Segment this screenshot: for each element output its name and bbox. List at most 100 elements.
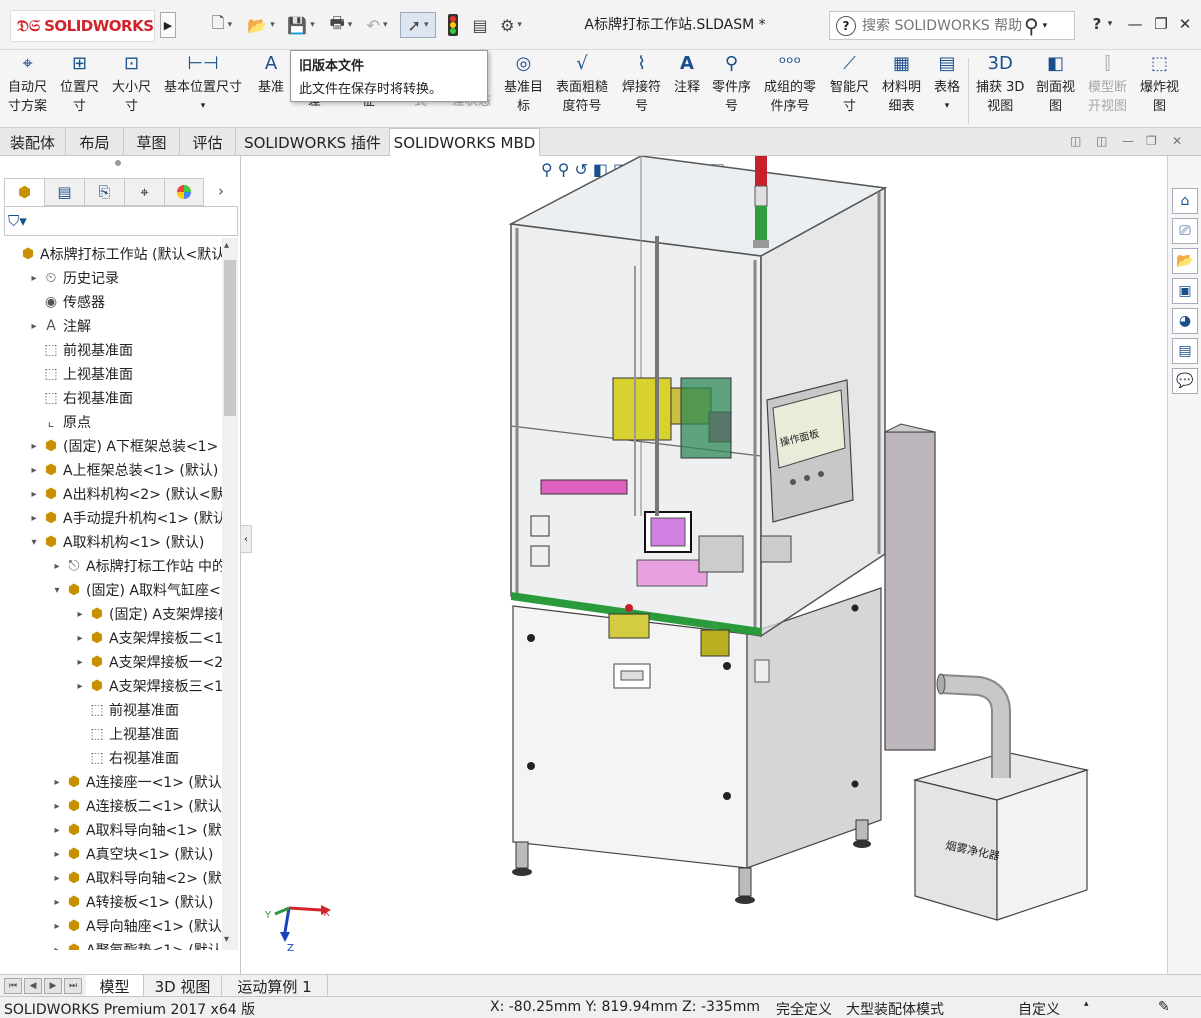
expand-arrow-icon[interactable]: ▸ [50, 849, 64, 860]
balloon-button[interactable]: ⚲ 零件序 号 [712, 54, 751, 116]
tree-item[interactable]: ▸ ⬢ A支架焊接板二<1: [0, 626, 222, 650]
minimize-icon[interactable]: — [1124, 12, 1146, 36]
tree-item[interactable]: ⌞ 原点 [0, 410, 222, 434]
tab-motion-study[interactable]: 运动算例 1 [222, 975, 328, 997]
file-properties-icon[interactable]: ▤ [468, 12, 492, 38]
property-manager-tab-icon[interactable]: ▤ [44, 178, 84, 206]
expand-arrow-icon[interactable]: ▸ [50, 825, 64, 836]
tab-sketch[interactable]: 草图 [124, 128, 180, 156]
configuration-manager-tab-icon[interactable]: ⎘ [84, 178, 124, 206]
search-icon[interactable]: ⚲ [1024, 14, 1039, 38]
tree-item[interactable]: ⬚ 右视基准面 [0, 746, 222, 770]
display-manager-tab-icon[interactable] [164, 178, 204, 206]
tree-item[interactable]: ▸ ⬢ A取料导向轴<1> (默认 [0, 818, 222, 842]
prev-tab-icon[interactable]: ◀ [24, 978, 42, 994]
help-search-box[interactable]: ? ⚲ ▾ [829, 11, 1075, 40]
tab-evaluate[interactable]: 评估 [180, 128, 236, 156]
graphics-area[interactable]: ⚲ ⚲ ↺ ◧ ◫ ◉ ◐ ◕ ◔ 🖵 [241, 156, 1167, 974]
appearances-icon[interactable]: ◕ [1172, 308, 1198, 334]
expand-arrow-icon[interactable]: ▸ [50, 777, 64, 788]
expand-arrow-icon[interactable]: ▸ [27, 513, 41, 524]
expand-arrow-icon[interactable]: ▸ [27, 321, 41, 332]
options-gear-icon[interactable]: ⚙ ▾ [496, 12, 526, 38]
tree-item[interactable]: ⬚ 前视基准面 [0, 698, 222, 722]
tree-item[interactable]: ▸ ⬢ A真空块<1> (默认) [0, 842, 222, 866]
tree-item[interactable]: ▸ ⬢ (固定) A下框架总装<1> ( [0, 434, 222, 458]
design-library-icon[interactable]: ⎚ [1172, 218, 1198, 244]
tree-item[interactable]: ⬢ A标牌打标工作站 (默认<默认 [0, 242, 222, 266]
tree-item[interactable]: ▸ ⬢ A取料导向轴<2> (默认 [0, 866, 222, 890]
forum-icon[interactable]: 💬 [1172, 368, 1198, 394]
status-units[interactable]: 自定义 [1018, 999, 1060, 1018]
print-icon[interactable]: 🖶 ▾ [324, 12, 358, 38]
bill-of-materials-button[interactable]: ▦ 材料明 细表 [882, 54, 921, 116]
expand-arrow-icon[interactable]: ▸ [50, 897, 64, 908]
tree-item[interactable]: ▾ ⬢ (固定) A取料气缸座<1 [0, 578, 222, 602]
restore-icon[interactable]: ❐ [1150, 12, 1172, 36]
undo-icon[interactable]: ↶ ▾ [362, 12, 392, 38]
auto-dimension-scheme-button[interactable]: ⌖ 自动尺 寸方案 [8, 54, 47, 116]
last-tab-icon[interactable]: ⏭ [64, 978, 82, 994]
search-dropdown-icon[interactable]: ▾ [1043, 21, 1048, 31]
tree-item[interactable]: ▸ A 注解 [0, 314, 222, 338]
smart-dimension-button[interactable]: ⟋ 智能尺 寸 [830, 54, 869, 116]
traffic-light-icon[interactable] [442, 12, 464, 38]
tree-item[interactable]: ▸ ⬢ A转接板<1> (默认) [0, 890, 222, 914]
doc-restore-icon[interactable]: ❐ [1146, 134, 1157, 148]
tab-addins[interactable]: SOLIDWORKS 插件 [236, 128, 390, 156]
tree-item[interactable]: ▸ ⎋ A标牌打标工作站 中的 [0, 554, 222, 578]
section-view-button[interactable]: ◧ 剖面视 图 [1036, 54, 1075, 116]
select-cursor-icon[interactable]: ➚ ▾ [400, 12, 436, 38]
expand-arrow-icon[interactable]: ▸ [27, 273, 41, 284]
expand-arrow-icon[interactable]: ▸ [50, 921, 64, 932]
doc-close-icon[interactable]: ✕ [1172, 134, 1182, 148]
tab-assembly[interactable]: 装配体 [0, 128, 66, 156]
feature-manager-tab-icon[interactable]: ⬢ [4, 178, 44, 206]
tab-layout[interactable]: 布局 [66, 128, 124, 156]
tree-item[interactable]: ◉ 传感器 [0, 290, 222, 314]
pane-collapse-icon[interactable]: ‹ [240, 525, 252, 553]
expand-arrow-icon[interactable]: ▸ [50, 945, 64, 951]
units-dropdown-icon[interactable]: ▴ [1084, 999, 1089, 1009]
tree-item[interactable]: ▸ ⬢ A支架焊接板一<2: [0, 650, 222, 674]
tree-item[interactable]: ▸ ⬢ A手动提升机构<1> (默认 [0, 506, 222, 530]
auto-balloon-button[interactable]: ᵒᵒᵒ 成组的零 件序号 [764, 54, 816, 116]
tree-item[interactable]: ▸ ⬢ A连接座一<1> (默认) [0, 770, 222, 794]
view-palette-icon[interactable]: ▣ [1172, 278, 1198, 304]
scroll-down-icon[interactable]: ▾ [224, 934, 229, 945]
tree-item[interactable]: ⬚ 右视基准面 [0, 386, 222, 410]
tree-item[interactable]: ▸ ⬢ (固定) A支架焊接板 [0, 602, 222, 626]
tree-item[interactable]: ▸ ⬢ A上框架总装<1> (默认) [0, 458, 222, 482]
collapse-arrow-icon[interactable]: ▾ [27, 537, 41, 548]
size-dimension-button[interactable]: ⊡ 大小尺 寸 [112, 54, 151, 116]
expand-arrow-icon[interactable]: ▸ [73, 681, 87, 692]
surface-finish-button[interactable]: √ 表面粗糙 度符号 [556, 54, 608, 116]
tree-item[interactable]: ▸ ⬢ A导向轴座<1> (默认) [0, 914, 222, 938]
basic-location-dimension-button[interactable]: ⊢⊣ 基本位置尺寸 ▾ [164, 54, 242, 116]
tree-item[interactable]: ▸ ⏲ 历史记录 [0, 266, 222, 290]
help-dropdown-icon[interactable]: ▾ [1104, 12, 1116, 36]
scroll-up-icon[interactable]: ▴ [224, 240, 229, 251]
expand-arrow-icon[interactable]: ▸ [27, 465, 41, 476]
expand-arrow-icon[interactable]: ▸ [27, 489, 41, 500]
doc-minimize-icon[interactable]: — [1122, 134, 1134, 148]
status-rebuild-icon[interactable]: ✎ [1158, 999, 1170, 1015]
expand-arrow-icon[interactable]: ▸ [27, 441, 41, 452]
menu-expand-arrow-icon[interactable]: ▶ [160, 12, 176, 38]
tree-item[interactable]: ⬚ 前视基准面 [0, 338, 222, 362]
expand-arrow-icon[interactable]: ▸ [73, 633, 87, 644]
file-explorer-icon[interactable]: 📂 [1172, 248, 1198, 274]
tile-icon[interactable]: ◫ [1070, 134, 1081, 148]
datum-target-button[interactable]: ◎ 基准目 标 [504, 54, 543, 116]
capture-3d-view-button[interactable]: 3D 捕获 3D 视图 [976, 54, 1024, 116]
tab-model[interactable]: 模型 [86, 975, 144, 997]
note-button[interactable]: A 注释 [674, 54, 700, 97]
tab-3d-views[interactable]: 3D 视图 [144, 975, 222, 997]
solidworks-resources-icon[interactable]: ⌂ [1172, 188, 1198, 214]
expand-arrow-icon[interactable]: ▸ [50, 561, 64, 572]
datum-button[interactable]: A 基准 [258, 54, 284, 97]
table-button[interactable]: ▤ 表格 ▾ [934, 54, 960, 116]
collapse-arrow-icon[interactable]: ▾ [50, 585, 64, 596]
tree-item[interactable]: ▸⬢ A聚氨酯垫<1> (默认) [0, 938, 222, 950]
weld-symbol-button[interactable]: ⌇ 焊接符 号 [622, 54, 661, 116]
